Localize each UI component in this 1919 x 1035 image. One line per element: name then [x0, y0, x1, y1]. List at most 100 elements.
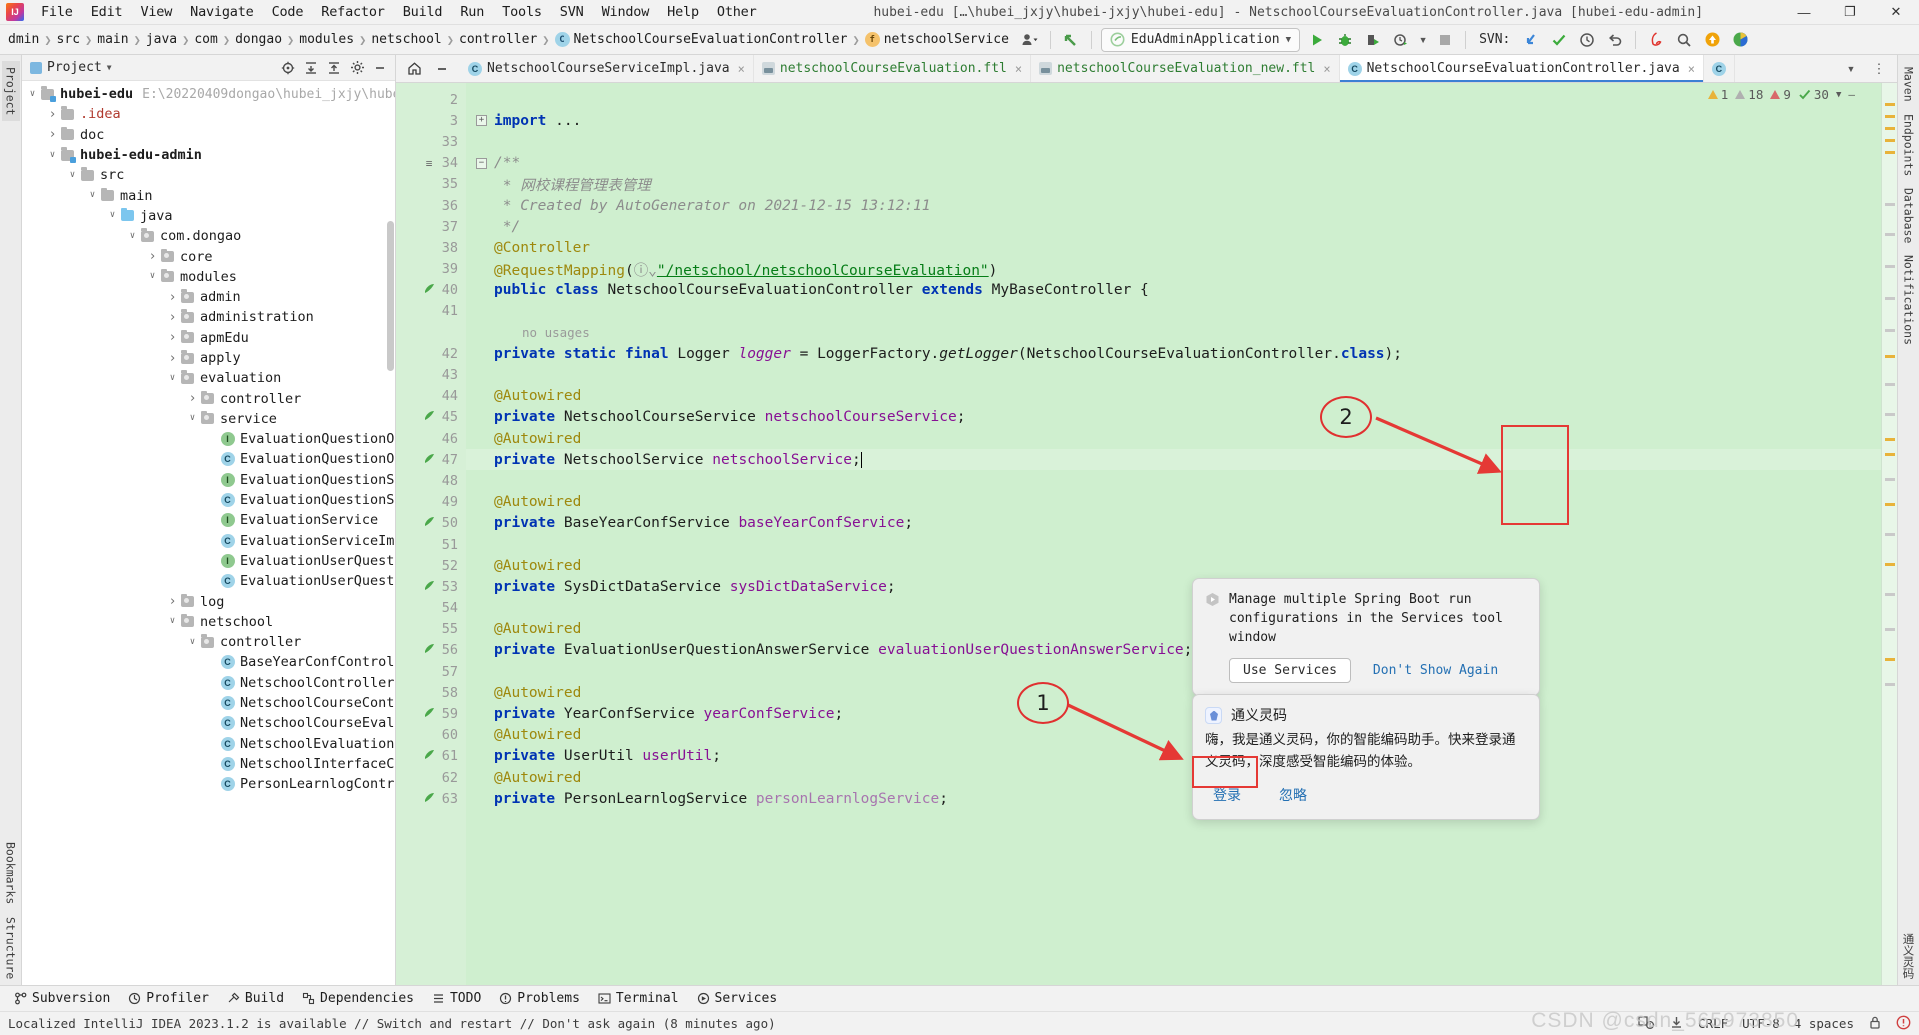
rail-tab-maven[interactable]: Maven: [1900, 61, 1918, 108]
gutter-line[interactable]: 48: [396, 470, 466, 491]
code-line[interactable]: private PersonLearnlogService personLear…: [466, 788, 1881, 809]
tree-node[interactable]: evaluation: [22, 368, 395, 388]
menu-edit[interactable]: Edit: [82, 1, 132, 23]
svn-revert-icon[interactable]: [1602, 28, 1628, 52]
chevron-down-icon[interactable]: [166, 374, 179, 383]
breadcrumb-item-admin[interactable]: dmin: [4, 30, 43, 49]
tree-node[interactable]: com.dongao: [22, 226, 395, 246]
tree-node[interactable]: admin: [22, 287, 395, 307]
breadcrumb-item-java[interactable]: java: [142, 30, 181, 49]
gutter-line[interactable]: 53: [396, 576, 466, 597]
breadcrumb-item-main[interactable]: main: [93, 30, 132, 49]
stripe-marker[interactable]: [1885, 127, 1895, 130]
code-line[interactable]: @Autowired: [466, 492, 1881, 513]
code-line[interactable]: @Autowired: [466, 767, 1881, 788]
code-line[interactable]: [466, 131, 1881, 152]
breadcrumb-item-src[interactable]: src: [53, 30, 84, 49]
stripe-marker[interactable]: [1885, 503, 1895, 506]
project-panel-title[interactable]: Project ▼: [26, 59, 116, 76]
svn-history-icon[interactable]: [1574, 28, 1600, 52]
bean-gutter-icon[interactable]: [422, 409, 436, 425]
chevron-down-icon[interactable]: ▼: [107, 63, 112, 72]
menu-build[interactable]: Build: [394, 1, 452, 23]
gutter-line[interactable]: 38: [396, 237, 466, 258]
tree-node[interactable]: main: [22, 185, 395, 205]
lock-icon[interactable]: [1868, 1015, 1882, 1033]
stripe-marker[interactable]: [1885, 593, 1895, 596]
profiler-icon[interactable]: [1388, 28, 1414, 52]
code-fold-icon[interactable]: +: [476, 115, 487, 127]
bean-gutter-icon[interactable]: [422, 748, 436, 764]
debug-icon[interactable]: [1332, 28, 1358, 52]
gear-icon[interactable]: [346, 57, 368, 79]
editor-tab[interactable]: C NetschoolCourseEvaluationController.jav…: [1339, 55, 1704, 82]
gutter-line[interactable]: 35: [396, 174, 466, 195]
gutter-line[interactable]: ≡ 34: [396, 153, 466, 174]
svn-update-icon[interactable]: [1518, 28, 1544, 52]
bean-gutter-icon[interactable]: [422, 282, 436, 298]
tree-node[interactable]: C EvaluationQuestionServic: [22, 490, 395, 510]
menu-file[interactable]: File: [32, 1, 82, 23]
tree-node[interactable]: administration: [22, 307, 395, 327]
bean-gutter-icon[interactable]: [422, 579, 436, 595]
gutter-line[interactable]: 57: [396, 661, 466, 682]
close-tab-icon[interactable]: ×: [738, 62, 745, 76]
tree-node[interactable]: C PersonLearnlogController: [22, 774, 395, 794]
collapse-widget-icon[interactable]: —: [1848, 88, 1855, 101]
inspection-warnings[interactable]: 1: [1707, 87, 1728, 102]
hide-panel-icon[interactable]: [369, 57, 391, 79]
gutter-line[interactable]: 41: [396, 301, 466, 322]
ai-assistant-icon[interactable]: [1727, 28, 1753, 52]
tree-node[interactable]: C EvaluationQuestionOption: [22, 449, 395, 469]
code-line[interactable]: [466, 534, 1881, 555]
stop-icon[interactable]: [1432, 28, 1458, 52]
gutter-line[interactable]: 39: [396, 259, 466, 280]
chevron-down-icon[interactable]: [126, 232, 139, 241]
code-line[interactable]: */: [466, 216, 1881, 237]
gutter-line[interactable]: 50: [396, 513, 466, 534]
gutter-line[interactable]: 59: [396, 703, 466, 724]
tree-node[interactable]: I EvaluationUserQuestionAn: [22, 551, 395, 571]
tree-node[interactable]: controller: [22, 388, 395, 408]
code-fold-icon[interactable]: −: [476, 157, 487, 169]
stripe-marker[interactable]: [1885, 203, 1895, 206]
code-line[interactable]: −/**: [466, 153, 1881, 174]
tree-node[interactable]: C EvaluationServiceImpl: [22, 531, 395, 551]
minimize-button[interactable]: —: [1781, 0, 1827, 25]
chevron-down-icon[interactable]: [86, 191, 99, 200]
code-line[interactable]: [466, 364, 1881, 385]
code-line[interactable]: [466, 598, 1881, 619]
editor-tab[interactable]: netschoolCourseEvaluation_new.ftl ×: [1031, 55, 1340, 82]
gutter-line[interactable]: 58: [396, 682, 466, 703]
ignore-link[interactable]: 忽略: [1279, 785, 1307, 805]
bottom-tool-dependencies[interactable]: Dependencies: [294, 989, 422, 1008]
svn-commit-icon[interactable]: [1546, 28, 1572, 52]
gutter-line[interactable]: 52: [396, 555, 466, 576]
chevron-right-icon[interactable]: [166, 352, 179, 365]
stripe-marker[interactable]: [1885, 115, 1895, 118]
notification-icon[interactable]: [1896, 1015, 1911, 1033]
bottom-tool-problems[interactable]: Problems: [491, 989, 588, 1008]
tongyi-icon[interactable]: [1643, 28, 1669, 52]
tree-node[interactable]: apmEdu: [22, 328, 395, 348]
gutter-line[interactable]: 36: [396, 195, 466, 216]
close-tab-icon[interactable]: ×: [1323, 62, 1330, 76]
gutter-line[interactable]: 62: [396, 767, 466, 788]
run-icon[interactable]: [1304, 28, 1330, 52]
spring-boot-notification[interactable]: Manage multiple Spring Boot run configur…: [1192, 578, 1540, 697]
hide-editor-icon[interactable]: [429, 57, 455, 81]
chevron-down-icon[interactable]: [146, 272, 159, 281]
code-line[interactable]: [466, 301, 1881, 322]
rail-tab-endpoints[interactable]: Endpoints: [1900, 108, 1918, 182]
chevron-down-icon[interactable]: ▼: [1416, 28, 1430, 52]
code-line[interactable]: @Autowired: [466, 386, 1881, 407]
stripe-marker[interactable]: [1885, 383, 1895, 386]
project-scrollbar[interactable]: [387, 221, 394, 371]
breadcrumb-item-dongao[interactable]: dongao: [231, 30, 286, 49]
code-line[interactable]: @Controller: [466, 237, 1881, 258]
chevron-right-icon[interactable]: [166, 331, 179, 344]
stripe-marker[interactable]: [1885, 329, 1895, 332]
tree-node[interactable]: service: [22, 409, 395, 429]
menu-view[interactable]: View: [131, 1, 181, 23]
chevron-right-icon[interactable]: [146, 250, 159, 263]
